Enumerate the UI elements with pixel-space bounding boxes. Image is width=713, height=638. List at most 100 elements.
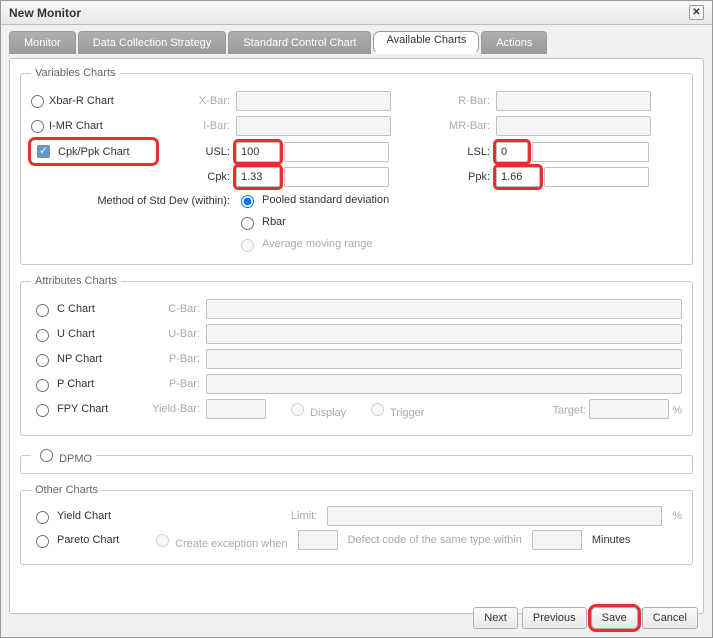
rbar-input	[496, 91, 651, 111]
fpy-display-radio	[291, 403, 304, 416]
close-icon[interactable]: ✕	[689, 5, 704, 20]
next-button[interactable]: Next	[473, 607, 518, 629]
cpkppk-checkbox[interactable]	[37, 145, 50, 158]
exception-count-input	[298, 530, 338, 550]
xbarr-label: Xbar-R Chart	[49, 95, 114, 107]
tab-available-charts[interactable]: Available Charts	[373, 31, 479, 54]
cpk-input[interactable]	[236, 167, 280, 187]
variables-charts-group: Variables Charts Xbar-R Chart X-Bar: R-B…	[20, 67, 693, 265]
cbar-label: C-Bar:	[131, 303, 206, 315]
ibar-label: I-Bar:	[156, 120, 236, 132]
dpmo-group: DPMO	[20, 446, 693, 474]
imr-label: I-MR Chart	[49, 120, 103, 132]
cbar-input	[206, 299, 682, 319]
usl-input[interactable]	[236, 142, 280, 162]
create-exception-radio	[156, 534, 169, 547]
lsl-input[interactable]	[496, 142, 528, 162]
c-chart-label: C Chart	[57, 303, 95, 315]
xbar-input	[236, 91, 391, 111]
usl-input-extra[interactable]	[284, 142, 389, 162]
np-chart-label: NP Chart	[57, 353, 102, 365]
tab-data-collection-strategy[interactable]: Data Collection Strategy	[78, 31, 227, 54]
tab-actions[interactable]: Actions	[481, 31, 547, 54]
ppk-input-extra[interactable]	[544, 167, 649, 187]
p-chart-radio[interactable]	[36, 379, 49, 392]
c-chart-radio[interactable]	[36, 304, 49, 317]
np-pbar-input	[206, 349, 682, 369]
defect-minutes-input	[532, 530, 582, 550]
lsl-label: LSL:	[441, 146, 496, 158]
fpy-chart-label: FPY Chart	[57, 403, 108, 415]
new-monitor-dialog: New Monitor ✕ Monitor Data Collection St…	[0, 0, 713, 638]
cpk-label: Cpk:	[156, 171, 236, 183]
dpmo-legend-text: DPMO	[59, 453, 92, 465]
ubar-input	[206, 324, 682, 344]
fpy-chart-radio[interactable]	[36, 404, 49, 417]
pareto-chart-label: Pareto Chart	[57, 534, 119, 546]
mrbar-input	[496, 116, 651, 136]
limit-label: Limit:	[291, 510, 317, 522]
fpy-pct-label: %	[672, 405, 682, 417]
stddev-amr-radio	[241, 239, 254, 252]
xbar-label: X-Bar:	[156, 95, 236, 107]
cpk-input-extra[interactable]	[284, 167, 389, 187]
create-exception-label: Create exception when	[175, 538, 288, 550]
tab-panel: Variables Charts Xbar-R Chart X-Bar: R-B…	[9, 58, 704, 614]
other-charts-group: Other Charts Yield Chart Limit: % Pareto…	[20, 484, 693, 565]
tab-monitor[interactable]: Monitor	[9, 31, 76, 54]
pareto-chart-radio[interactable]	[36, 535, 49, 548]
fpy-trigger-label: Trigger	[390, 407, 424, 419]
yield-chart-radio[interactable]	[36, 511, 49, 524]
previous-button[interactable]: Previous	[522, 607, 587, 629]
ppk-label: Ppk:	[441, 171, 496, 183]
stddev-rbar-label: Rbar	[262, 216, 286, 228]
np-pbar-label: P-Bar:	[131, 353, 206, 365]
yieldbar-input	[206, 399, 266, 419]
dpmo-legend: DPMO	[31, 446, 96, 465]
dialog-title: New Monitor	[9, 6, 81, 20]
defect-code-label: Defect code of the same type within	[348, 534, 522, 546]
button-bar: Next Previous Save Cancel	[473, 607, 698, 629]
fpy-target-input	[589, 399, 669, 419]
p-pbar-input	[206, 374, 682, 394]
rbar-label: R-Bar:	[441, 95, 496, 107]
dialog-content: Monitor Data Collection Strategy Standar…	[1, 25, 712, 622]
stddev-label: Method of Std Dev (within):	[31, 192, 236, 207]
stddev-rbar-radio[interactable]	[241, 217, 254, 230]
variables-legend: Variables Charts	[31, 67, 120, 79]
p-pbar-label: P-Bar:	[131, 378, 206, 390]
save-button[interactable]: Save	[591, 607, 638, 629]
cancel-button[interactable]: Cancel	[642, 607, 698, 629]
p-chart-label: P Chart	[57, 378, 94, 390]
imr-radio[interactable]	[31, 120, 44, 133]
usl-label: USL:	[156, 146, 236, 158]
lsl-input-extra[interactable]	[532, 142, 649, 162]
attributes-charts-group: Attributes Charts C Chart C-Bar: U Chart…	[20, 275, 693, 436]
tab-standard-control-chart[interactable]: Standard Control Chart	[228, 31, 371, 54]
np-chart-radio[interactable]	[36, 354, 49, 367]
fpy-target-label: Target:	[552, 405, 586, 417]
dialog-titlebar: New Monitor ✕	[1, 1, 712, 25]
ibar-input	[236, 116, 391, 136]
fpy-display-label: Display	[310, 407, 346, 419]
stddev-pooled-label: Pooled standard deviation	[262, 194, 389, 206]
u-chart-radio[interactable]	[36, 329, 49, 342]
mrbar-label: MR-Bar:	[441, 120, 496, 132]
stddev-pooled-radio[interactable]	[241, 195, 254, 208]
other-legend: Other Charts	[31, 484, 102, 496]
fpy-trigger-radio	[371, 403, 384, 416]
limit-input	[327, 506, 662, 526]
minutes-label: Minutes	[592, 534, 631, 546]
ubar-label: U-Bar:	[131, 328, 206, 340]
ppk-input[interactable]	[496, 167, 540, 187]
yield-chart-label: Yield Chart	[57, 510, 111, 522]
cpkppk-label: Cpk/Ppk Chart	[58, 146, 130, 158]
dpmo-radio[interactable]	[40, 449, 53, 462]
stddev-amr-label: Average moving range	[262, 238, 372, 250]
xbarr-radio[interactable]	[31, 95, 44, 108]
tab-strip: Monitor Data Collection Strategy Standar…	[9, 31, 704, 54]
u-chart-label: U Chart	[57, 328, 95, 340]
yieldbar-label: Yield-Bar:	[131, 403, 206, 415]
attributes-legend: Attributes Charts	[31, 275, 121, 287]
limit-pct-label: %	[672, 510, 682, 522]
